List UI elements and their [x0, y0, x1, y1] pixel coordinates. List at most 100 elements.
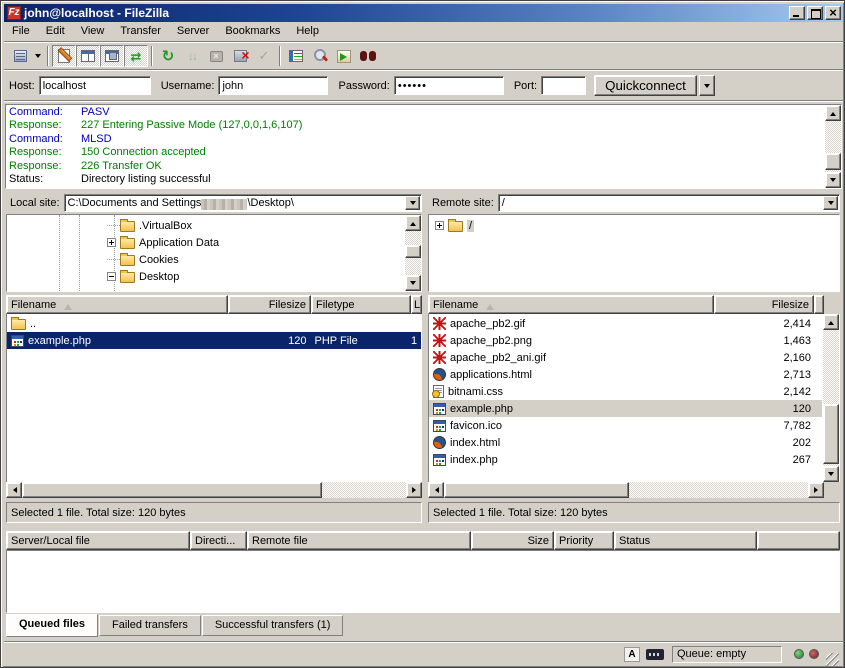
table-row[interactable]: applications.html 2,713	[429, 366, 822, 383]
table-row[interactable]: apache_pb2.gif 2,414	[429, 315, 822, 332]
log-line-label: Response:	[9, 119, 81, 132]
menu-bookmarks[interactable]: Bookmarks	[217, 23, 288, 40]
column-header-priority[interactable]: Priority	[554, 531, 614, 550]
tree-item-application-data[interactable]: Application Data	[107, 234, 219, 251]
directory-filters-icon[interactable]	[284, 45, 308, 67]
tree-item-label: /	[467, 220, 474, 232]
scroll-left-icon[interactable]	[6, 482, 22, 498]
site-manager-icon[interactable]	[8, 45, 32, 67]
table-row[interactable]: index.php 267	[429, 451, 822, 468]
local-tree-scrollbar[interactable]	[405, 215, 421, 291]
remote-list-hscrollbar[interactable]	[428, 482, 824, 498]
menu-transfer[interactable]: Transfer	[112, 23, 169, 40]
scroll-thumb[interactable]	[405, 245, 421, 258]
table-row[interactable]: apache_pb2.png 1,463	[429, 332, 822, 349]
site-manager-dropdown-icon[interactable]	[32, 45, 44, 67]
column-header-filesize[interactable]: Filesize	[714, 295, 814, 314]
synchronized-browsing-icon[interactable]	[332, 45, 356, 67]
column-header-filesize[interactable]: Filesize	[228, 295, 311, 314]
column-header-lastmodified[interactable]: L	[411, 295, 422, 314]
table-row-selected[interactable]: example.php 120	[429, 400, 822, 417]
menu-edit[interactable]: Edit	[38, 23, 73, 40]
tree-item-root[interactable]: /	[435, 217, 474, 234]
toggle-remote-tree-icon[interactable]	[100, 45, 124, 67]
reconnect-icon[interactable]: ✓	[252, 45, 276, 67]
table-row-example-php[interactable]: example.php 120 PHP File 1	[7, 332, 421, 349]
quickconnect-dropdown-icon[interactable]	[699, 75, 715, 96]
queue-body[interactable]	[6, 550, 840, 613]
username-input[interactable]	[218, 76, 328, 95]
remote-path: /	[502, 197, 505, 209]
scroll-right-icon[interactable]	[808, 482, 824, 498]
menu-file[interactable]: File	[4, 23, 38, 40]
scroll-down-icon[interactable]	[405, 275, 421, 291]
collapse-icon[interactable]	[107, 272, 116, 281]
tab-queued-files[interactable]: Queued files	[6, 614, 98, 637]
password-input[interactable]	[394, 76, 504, 95]
toggle-local-tree-icon[interactable]	[76, 45, 100, 67]
directory-comparison-icon[interactable]	[308, 45, 332, 67]
scroll-thumb[interactable]	[444, 482, 629, 498]
local-list-hscrollbar[interactable]	[6, 482, 422, 498]
table-row[interactable]: apache_pb2_ani.gif 2,160	[429, 349, 822, 366]
remote-site-dropdown-icon[interactable]	[823, 196, 838, 210]
local-site-combo[interactable]: C:\Documents and Settings\Desktop\	[64, 194, 422, 212]
column-header-filetype[interactable]: Filetype	[311, 295, 411, 314]
transfer-type-icon[interactable]: A	[624, 647, 640, 662]
remote-site-combo[interactable]: /	[498, 194, 840, 212]
log-scrollbar[interactable]	[825, 105, 841, 188]
tab-failed-transfers[interactable]: Failed transfers	[99, 615, 201, 636]
column-header-remote-file[interactable]: Remote file	[247, 531, 471, 550]
open-folder-icon	[448, 221, 463, 232]
scroll-thumb[interactable]	[823, 404, 839, 464]
host-input[interactable]	[39, 76, 151, 95]
minimize-button[interactable]	[789, 6, 805, 20]
tab-successful-transfers[interactable]: Successful transfers (1)	[202, 615, 344, 636]
scroll-left-icon[interactable]	[428, 482, 444, 498]
column-header-server-local-file[interactable]: Server/Local file	[6, 531, 190, 550]
column-header-status[interactable]: Status	[614, 531, 757, 550]
speed-limit-icon[interactable]	[646, 649, 664, 660]
scroll-up-icon[interactable]	[825, 105, 841, 121]
expand-icon[interactable]	[435, 221, 444, 230]
cancel-operation-icon[interactable]: ×	[204, 45, 228, 67]
menu-view[interactable]: View	[73, 23, 113, 40]
tree-item-cookies[interactable]: Cookies	[107, 251, 179, 268]
table-row[interactable]: favicon.ico 7,782	[429, 417, 822, 434]
table-row[interactable]: index.html 202	[429, 434, 822, 451]
menu-help[interactable]: Help	[288, 23, 327, 40]
scroll-right-icon[interactable]	[406, 482, 422, 498]
process-queue-icon[interactable]: ↓↓	[180, 45, 204, 67]
expand-icon[interactable]	[107, 238, 116, 247]
table-row[interactable]: bitnami.css 2,142	[429, 383, 822, 400]
scroll-down-icon[interactable]	[825, 172, 841, 188]
toggle-transfer-queue-icon[interactable]: ⇄	[124, 45, 148, 67]
scroll-thumb[interactable]	[22, 482, 322, 498]
scroll-up-icon[interactable]	[823, 314, 839, 330]
remote-list-scrollbar[interactable]	[823, 314, 839, 482]
column-header-size[interactable]: Size	[471, 531, 554, 550]
column-header-filename[interactable]: Filename	[6, 295, 228, 314]
tree-item-virtualbox[interactable]: .VirtualBox	[107, 217, 192, 234]
scroll-thumb[interactable]	[825, 153, 841, 170]
column-header-filename[interactable]: Filename	[428, 295, 714, 314]
close-button[interactable]	[825, 6, 841, 20]
tree-item-label: Desktop	[139, 271, 179, 283]
resize-grip[interactable]	[826, 653, 839, 666]
title-bar[interactable]: Fz john@localhost - FileZilla	[4, 4, 843, 22]
find-files-icon[interactable]	[356, 45, 380, 67]
refresh-icon[interactable]: ↻	[156, 45, 180, 67]
port-input[interactable]	[541, 76, 586, 95]
tree-item-desktop[interactable]: Desktop	[107, 268, 179, 285]
menu-server[interactable]: Server	[169, 23, 217, 40]
maximize-button[interactable]	[807, 6, 823, 20]
scroll-up-icon[interactable]	[405, 215, 421, 231]
local-site-dropdown-icon[interactable]	[405, 196, 420, 210]
quickconnect-button[interactable]: Quickconnect	[594, 75, 697, 96]
disconnect-icon[interactable]	[228, 45, 252, 67]
scroll-down-icon[interactable]	[823, 466, 839, 482]
toggle-message-log-icon[interactable]	[52, 45, 76, 67]
column-header-direction[interactable]: Directi...	[190, 531, 247, 550]
local-site-label: Local site:	[6, 197, 64, 209]
table-row-updir[interactable]: ..	[7, 315, 421, 332]
